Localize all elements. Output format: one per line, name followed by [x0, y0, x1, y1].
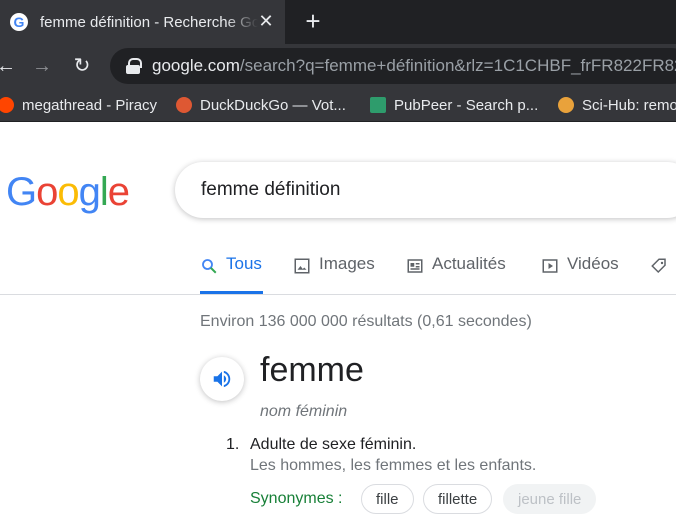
pubpeer-icon — [370, 97, 386, 113]
tag-icon — [651, 258, 666, 274]
bookmark-duckduckgo[interactable]: DuckDuckGo — Vot... — [176, 94, 346, 116]
definition-text: Adulte de sexe féminin. — [250, 436, 417, 453]
google-favicon-icon: G — [10, 13, 28, 31]
part-of-speech: nom féminin — [260, 403, 348, 420]
close-tab-icon[interactable]: ✕ — [255, 10, 277, 32]
tab-videos[interactable]: Vidéos — [541, 254, 619, 294]
tab-images[interactable]: Images — [293, 254, 375, 294]
lock-icon[interactable] — [126, 58, 142, 74]
reload-icon[interactable]: ↻ — [70, 54, 94, 78]
search-query[interactable]: femme définition — [201, 179, 340, 201]
pronunciation-button[interactable] — [200, 357, 244, 401]
news-icon — [407, 259, 423, 273]
address-bar[interactable]: google.com/search?q=femme+définition&rlz… — [110, 48, 676, 84]
tab-news[interactable]: Actualités — [406, 254, 506, 294]
back-arrow-icon[interactable]: ← — [0, 54, 18, 78]
dictionary-word: femme — [260, 351, 364, 389]
definition-example: Les hommes, les femmes et les enfants. — [250, 457, 537, 474]
scihub-icon — [558, 97, 574, 113]
forward-arrow-icon[interactable]: → — [30, 54, 54, 78]
synonyms-label: Synonymes : — [250, 490, 343, 507]
speaker-icon — [213, 370, 231, 388]
bookmark-pubpeer[interactable]: PubPeer - Search p... — [370, 94, 538, 116]
result-stats: Environ 136 000 000 résultats (0,61 seco… — [200, 313, 532, 330]
definition-number: 1. — [226, 436, 240, 453]
tab-shopping[interactable] — [650, 254, 676, 294]
search-icon — [202, 259, 217, 274]
tab-title: femme définition - Recherche Google — [40, 13, 258, 31]
duckduckgo-icon — [176, 97, 192, 113]
tab-strip: G femme définition - Recherche Google ✕ … — [0, 0, 676, 44]
synonym-chip-fillette[interactable]: fillette — [423, 484, 493, 514]
new-tab-button[interactable]: + — [300, 8, 326, 34]
bookmarks-bar: megathread - Piracy DuckDuckGo — Vot... … — [0, 88, 676, 122]
bookmark-scihub[interactable]: Sci-Hub: removing — [558, 94, 676, 116]
google-logo[interactable]: Google — [6, 170, 130, 215]
synonym-chip-jeune-fille[interactable]: jeune fille — [503, 484, 597, 514]
bookmark-megathread[interactable]: megathread - Piracy — [0, 94, 157, 116]
synonym-chip-fille[interactable]: fille — [361, 484, 414, 514]
tab-all[interactable]: Tous — [200, 254, 262, 294]
tabs-divider — [0, 294, 676, 295]
browser-toolbar: ← → ↻ google.com/search?q=femme+définiti… — [0, 44, 676, 88]
reddit-icon — [0, 97, 14, 113]
browser-tab[interactable]: G femme définition - Recherche Google ✕ — [0, 0, 285, 44]
image-icon — [294, 258, 310, 274]
search-box[interactable]: femme définition — [175, 162, 676, 218]
video-icon — [542, 259, 558, 273]
url-text: google.com/search?q=femme+définition&rlz… — [152, 56, 676, 75]
